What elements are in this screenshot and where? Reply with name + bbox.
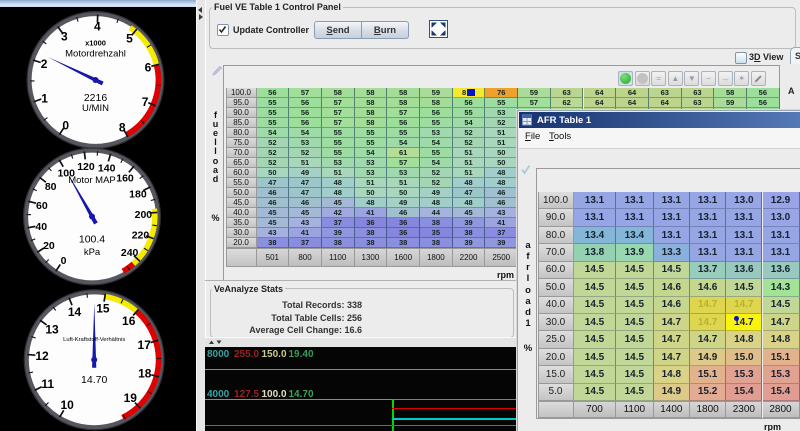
svg-text:18: 18: [138, 367, 152, 381]
svg-text:Motor MAP: Motor MAP: [68, 175, 116, 186]
svg-text:17: 17: [138, 338, 152, 352]
svg-text:4: 4: [94, 20, 101, 34]
svg-text:11: 11: [41, 377, 54, 391]
svg-text:20: 20: [43, 240, 55, 252]
svg-text:1: 1: [41, 91, 48, 105]
svg-text:80: 80: [45, 181, 57, 193]
svg-text:12: 12: [35, 349, 49, 363]
svg-text:Motordrehzahl: Motordrehzahl: [65, 49, 126, 60]
svg-text:7: 7: [142, 95, 149, 109]
svg-text:2: 2: [41, 57, 48, 71]
svg-text:40: 40: [35, 221, 47, 233]
svg-text:200: 200: [135, 209, 153, 221]
svg-text:60: 60: [36, 200, 48, 212]
svg-text:0: 0: [61, 255, 67, 267]
svg-text:10: 10: [61, 398, 75, 412]
svg-text:Luft-Kraftstoff-Verhältnis: Luft-Kraftstoff-Verhältnis: [63, 337, 125, 343]
svg-text:3: 3: [61, 29, 68, 43]
svg-text:140: 140: [98, 163, 116, 175]
svg-text:U/MIN: U/MIN: [82, 103, 109, 114]
svg-text:x1000: x1000: [85, 39, 106, 48]
svg-text:kPa: kPa: [84, 247, 101, 258]
svg-text:14.70: 14.70: [81, 374, 107, 386]
svg-text:120: 120: [77, 161, 95, 173]
svg-text:6: 6: [145, 61, 152, 75]
svg-text:19: 19: [124, 391, 138, 405]
svg-text:8: 8: [119, 120, 126, 134]
svg-text:5: 5: [126, 32, 133, 46]
svg-text:0: 0: [62, 119, 69, 133]
svg-text:240: 240: [121, 247, 139, 259]
svg-text:160: 160: [116, 172, 134, 184]
svg-text:220: 220: [132, 229, 150, 241]
svg-text:180: 180: [129, 189, 147, 201]
svg-text:100.4: 100.4: [79, 234, 105, 246]
